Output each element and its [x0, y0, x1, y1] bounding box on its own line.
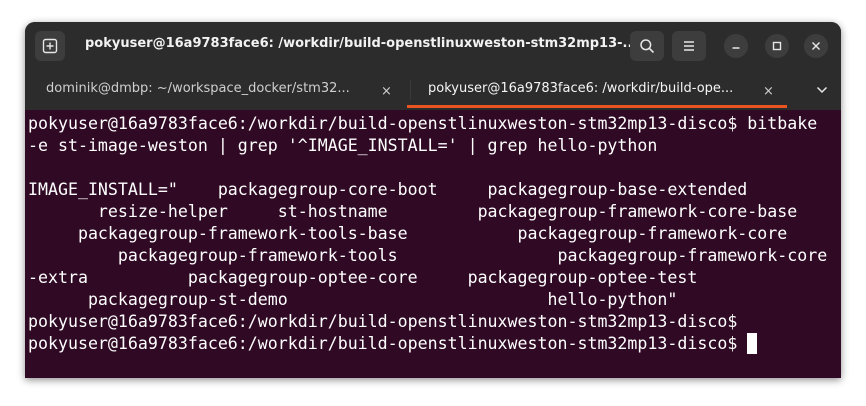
tab-label: pokyuser@16a9783face6: /workdir/build-op… [428, 81, 734, 96]
tab-close-icon[interactable]: × [763, 84, 774, 99]
terminal-line: packagegroup-framework-tools-base packag… [28, 224, 788, 243]
active-tab-indicator [407, 105, 787, 108]
close-icon [812, 42, 820, 50]
tab-close-icon[interactable]: × [381, 84, 392, 99]
tab-bar: dominik@dmbp: ~/workspace_docker/stm32..… [25, 70, 841, 110]
terminal-cursor [747, 333, 758, 354]
terminal-line: IMAGE_INSTALL=" packagegroup-core-boot p… [28, 180, 748, 199]
minimize-button[interactable] [724, 34, 748, 58]
terminal-line: packagegroup-framework-tools packagegrou… [28, 246, 828, 265]
terminal-window: pokyuser@16a9783face6: /workdir/build-op… [25, 22, 841, 378]
terminal-line: resize-helper st-hostname packagegroup-f… [28, 202, 798, 221]
window-title: pokyuser@16a9783face6: /workdir/build-op… [85, 36, 638, 51]
search-icon [640, 39, 655, 54]
terminal-prompt-line[interactable]: pokyuser@16a9783face6:/workdir/build-ope… [28, 333, 838, 355]
menu-button[interactable] [672, 31, 706, 61]
tab-label: dominik@dmbp: ~/workspace_docker/stm32..… [46, 81, 350, 96]
chevron-down-icon [816, 86, 828, 94]
new-tab-icon [42, 38, 58, 54]
tab-dominik[interactable]: dominik@dmbp: ~/workspace_docker/stm32..… [25, 70, 409, 110]
title-bar[interactable]: pokyuser@16a9783face6: /workdir/build-op… [25, 22, 841, 70]
terminal-line: -extra packagegroup-optee-core packagegr… [28, 268, 698, 287]
prompt-text: pokyuser@16a9783face6:/workdir/build-ope… [28, 334, 738, 353]
maximize-icon [772, 41, 782, 51]
terminal-line: -e st-image-weston | grep '^IMAGE_INSTAL… [28, 136, 658, 155]
minimize-icon [732, 47, 740, 49]
new-tab-button[interactable] [35, 31, 65, 61]
terminal-line: pokyuser@16a9783face6:/workdir/build-ope… [28, 114, 818, 133]
terminal-output[interactable]: pokyuser@16a9783face6:/workdir/build-ope… [28, 113, 838, 373]
hamburger-menu-icon [684, 41, 694, 51]
maximize-button[interactable] [765, 34, 789, 58]
search-button[interactable] [630, 31, 664, 61]
tabs-overflow-button[interactable] [805, 70, 841, 110]
terminal-line: packagegroup-st-demo hello-python" [28, 290, 678, 309]
terminal-line: pokyuser@16a9783face6:/workdir/build-ope… [28, 312, 738, 331]
close-button[interactable] [804, 34, 828, 58]
tab-pokyuser[interactable]: pokyuser@16a9783face6: /workdir/build-op… [407, 70, 787, 110]
